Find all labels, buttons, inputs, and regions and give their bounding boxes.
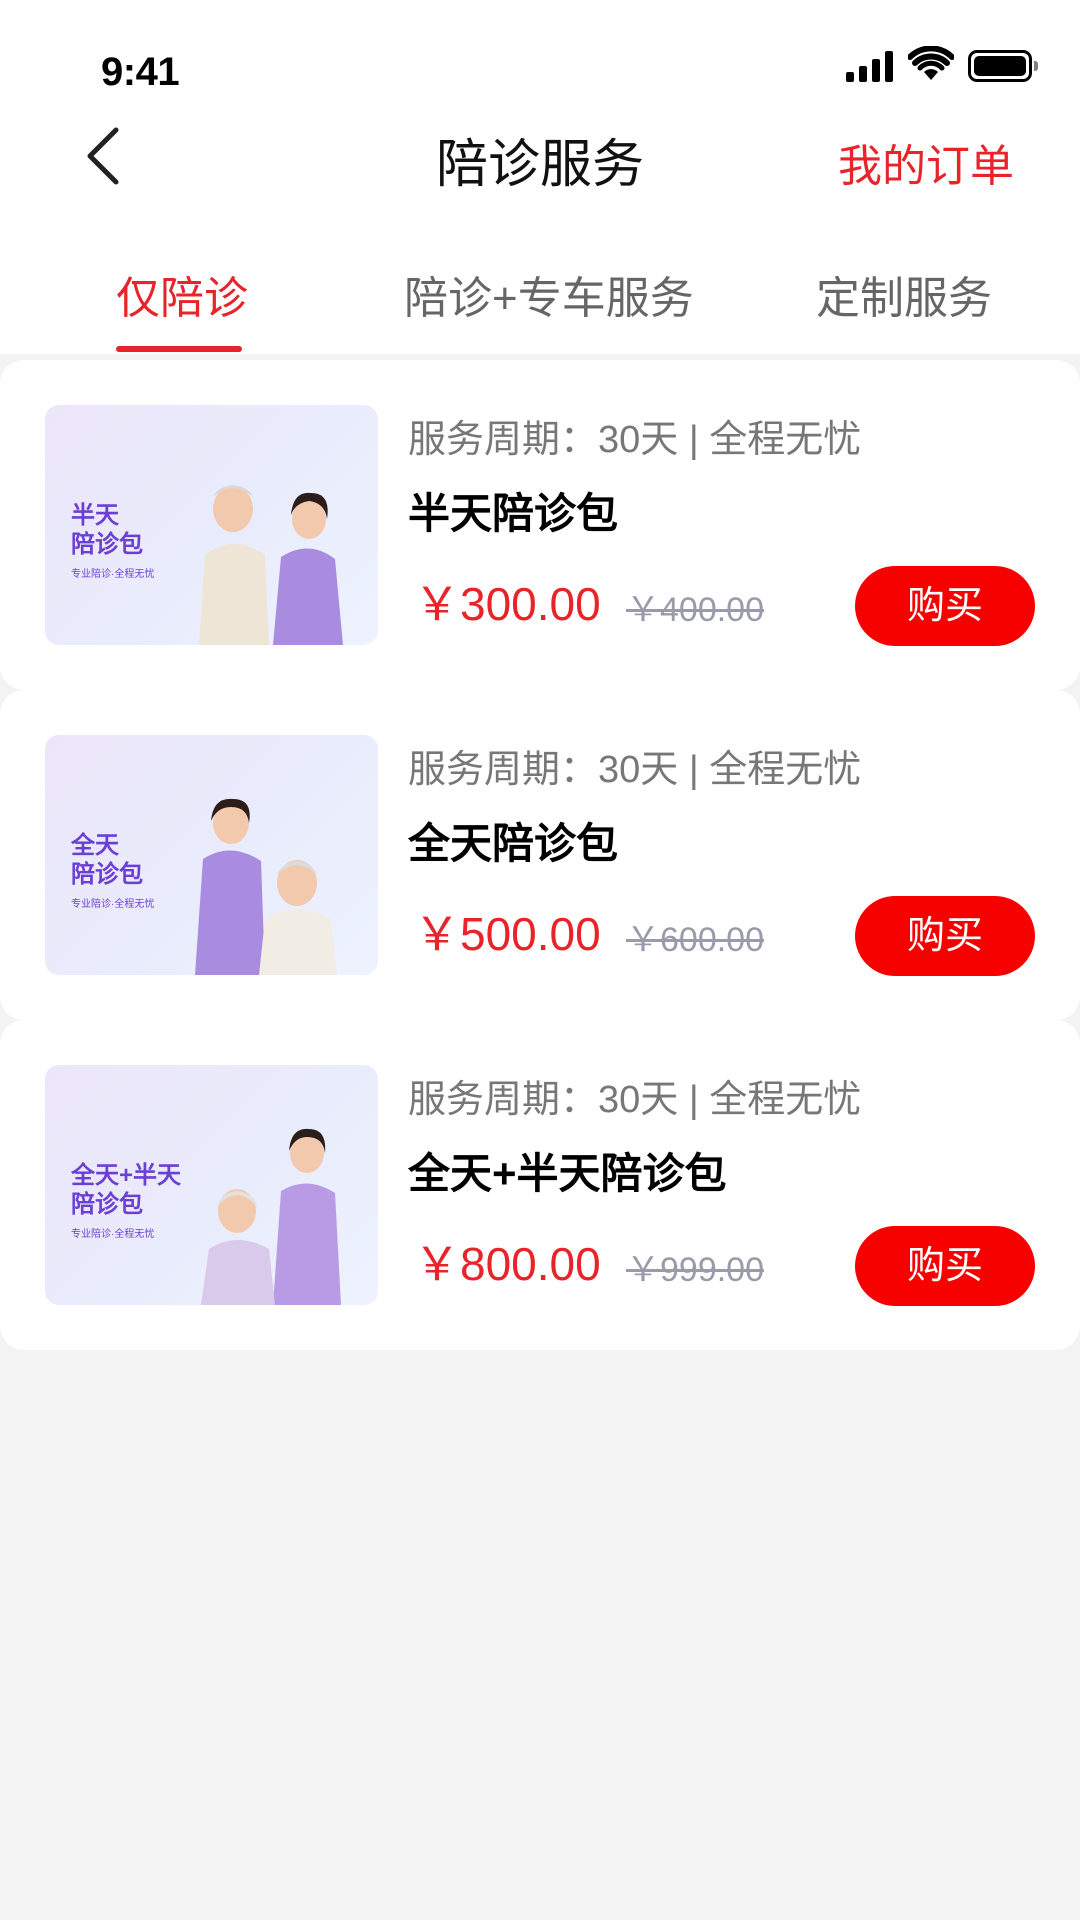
- product-card[interactable]: 全天+半天 陪诊包 专业陪诊·全程无忧 服务周期：30天 | 全程无忧 全天+半…: [0, 1020, 1080, 1350]
- cellular-signal-icon: [846, 50, 894, 82]
- image-subtitle: 专业陪诊·全程无忧: [71, 899, 155, 910]
- product-price: ￥300.00: [414, 578, 601, 630]
- product-image: 全天+半天 陪诊包 专业陪诊·全程无忧: [45, 1065, 378, 1305]
- original-price: ￥400.00: [626, 591, 764, 629]
- tab-companion-only[interactable]: 仅陪诊: [116, 262, 248, 326]
- product-card[interactable]: 半天 陪诊包 专业陪诊·全程无忧 服务周期：30天 | 全程无忧 半天陪诊包 ￥…: [0, 360, 1080, 690]
- buy-button[interactable]: 购买: [855, 1226, 1035, 1306]
- product-price: ￥800.00: [414, 1238, 601, 1290]
- original-price: ￥999.00: [626, 1251, 764, 1289]
- image-subtitle: 专业陪诊·全程无忧: [71, 569, 155, 580]
- wifi-icon: [908, 46, 954, 80]
- product-name: 半天陪诊包: [408, 490, 619, 537]
- active-tab-indicator: [116, 346, 242, 352]
- product-card[interactable]: 全天 陪诊包 专业陪诊·全程无忧 服务周期：30天 | 全程无忧 全天陪诊包 ￥…: [0, 690, 1080, 1020]
- service-period: 服务周期：30天 | 全程无忧: [408, 749, 862, 791]
- product-price: ￥500.00: [414, 908, 601, 960]
- elderly-and-nurse-illustration: [201, 1128, 341, 1305]
- header-area: 9:41 陪诊服务 我的订单 仅陪诊 陪诊+专车服务 定制服务: [0, 0, 1080, 354]
- my-orders-link[interactable]: 我的订单: [838, 130, 1014, 194]
- back-arrow-icon[interactable]: [80, 126, 130, 186]
- tab-custom-service[interactable]: 定制服务: [816, 262, 992, 326]
- tab-companion-with-car[interactable]: 陪诊+专车服务: [404, 262, 694, 326]
- elderly-and-nurse-illustration: [199, 485, 343, 645]
- battery-icon: [968, 50, 1038, 82]
- buy-button[interactable]: 购买: [855, 566, 1035, 646]
- product-image: 全天 陪诊包 专业陪诊·全程无忧: [45, 735, 378, 975]
- service-period: 服务周期：30天 | 全程无忧: [408, 1079, 862, 1121]
- buy-button[interactable]: 购买: [855, 896, 1035, 976]
- image-subtitle: 专业陪诊·全程无忧: [71, 1229, 155, 1240]
- status-time: 9:41: [101, 50, 180, 94]
- original-price: ￥600.00: [626, 921, 764, 959]
- product-name: 全天+半天陪诊包: [408, 1150, 727, 1197]
- product-image: 半天 陪诊包 专业陪诊·全程无忧: [45, 405, 378, 645]
- image-title: 全天+半天 陪诊包: [71, 1162, 182, 1218]
- elderly-and-nurse-illustration: [195, 798, 337, 975]
- service-period: 服务周期：30天 | 全程无忧: [408, 419, 862, 461]
- product-name: 全天陪诊包: [408, 820, 619, 867]
